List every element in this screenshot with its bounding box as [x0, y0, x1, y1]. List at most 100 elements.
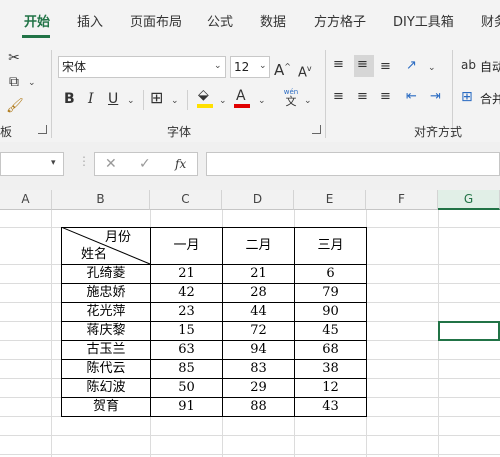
merge-center-label[interactable]: 合并 [480, 90, 500, 107]
fill-color-swatch [197, 104, 213, 108]
font-name-box[interactable]: 宋体 [58, 56, 226, 78]
copy-icon[interactable]: ⧉ [6, 74, 22, 90]
align-bottom-icon[interactable]: ≡ [380, 59, 391, 75]
font-size-value: 12 [234, 60, 250, 74]
orientation-dropdown-icon[interactable]: ⌄ [428, 63, 436, 73]
tab-fangfang[interactable]: 方方格子 [314, 11, 366, 30]
row-name: 陈幻波 [86, 380, 126, 395]
gridline [51, 210, 52, 457]
wrap-text-label[interactable]: 自动 [480, 58, 500, 75]
row-value: 94 [250, 342, 267, 357]
tab-home[interactable]: 开始 [24, 11, 50, 30]
merge-center-icon[interactable]: ⊞ [461, 89, 473, 105]
align-top-icon[interactable]: ≡ [333, 57, 344, 73]
row-value: 88 [250, 399, 267, 414]
column-header-d[interactable]: D [222, 190, 294, 210]
cancel-icon[interactable]: ✕ [105, 156, 117, 172]
row-value: 90 [322, 304, 339, 319]
underline-button[interactable]: U [108, 91, 118, 107]
font-color-dropdown-icon[interactable]: ⌄ [258, 96, 266, 106]
row-value: 68 [322, 342, 339, 357]
row-value: 29 [250, 380, 267, 395]
fill-color-icon[interactable]: ⬙ [198, 87, 209, 103]
fill-color-dropdown-icon[interactable]: ⌄ [219, 96, 227, 106]
row-name: 蒋庆黎 [86, 323, 126, 338]
row-value: 79 [322, 285, 339, 300]
copy-dropdown-icon[interactable]: ⌄ [28, 78, 36, 88]
column-header-b[interactable]: B [52, 190, 150, 210]
wrap-text-icon[interactable]: ab [461, 57, 476, 73]
align-right-icon[interactable]: ≡ [380, 89, 391, 105]
decrease-indent-icon[interactable]: ⇤ [406, 89, 417, 105]
borders-icon[interactable]: ⊞ [150, 90, 163, 106]
column-header-c[interactable]: C [150, 190, 222, 210]
row-name: 陈代云 [86, 361, 126, 376]
insert-function-icon[interactable]: fx [175, 156, 186, 172]
column-header-f[interactable]: F [366, 190, 438, 210]
format-painter-icon[interactable]: 🖌 [6, 98, 24, 114]
font-color-icon[interactable]: A [236, 88, 246, 104]
formula-input[interactable] [206, 152, 500, 176]
tab-finance[interactable]: 财务 [481, 11, 500, 30]
gridline [0, 454, 500, 455]
name-box-dropdown-icon[interactable]: ▾ [51, 158, 56, 168]
row-value: 38 [322, 361, 339, 376]
align-center-icon[interactable]: ≡ [357, 89, 368, 105]
formula-buttons: ✕ ✓ fx [94, 152, 198, 176]
phonetic-guide-icon[interactable]: wén 文 [280, 87, 302, 107]
ribbon: ✂ ⧉ ⌄ 🖌 板 宋体 ⌄ 12 ⌄ A^ Av B I U ⌄ ⊞ ⌄ ⬙ … [0, 40, 500, 143]
row-value: 85 [178, 361, 195, 376]
font-separator [143, 90, 144, 110]
row-value: 6 [326, 266, 335, 281]
header-jan: 一月 [173, 238, 200, 253]
row-name: 孔绮菱 [86, 266, 126, 281]
font-separator-2 [187, 90, 188, 110]
formula-bar-divider-icon: ⋮ [78, 154, 90, 168]
group-separator-2 [325, 50, 326, 138]
align-middle-icon[interactable]: ≡ [357, 57, 368, 73]
row-name: 花光萍 [86, 304, 126, 319]
row-value: 43 [322, 399, 339, 414]
orientation-icon[interactable]: ↗ [406, 58, 417, 74]
row-value: 15 [178, 323, 195, 338]
name-box[interactable]: ▾ [0, 152, 64, 176]
alignment-group-label: 对齐方式 [414, 125, 463, 139]
font-group-label: 字体 [167, 125, 192, 139]
bold-button[interactable]: B [64, 91, 75, 107]
cut-icon[interactable]: ✂ [6, 50, 22, 66]
row-value: 63 [178, 342, 195, 357]
font-name-dropdown-icon[interactable]: ⌄ [214, 61, 222, 71]
align-left-icon[interactable]: ≡ [333, 89, 344, 105]
enter-icon[interactable]: ✓ [139, 156, 151, 172]
row-value: 12 [322, 380, 339, 395]
row-value: 21 [250, 266, 267, 281]
italic-button[interactable]: I [88, 91, 94, 107]
tab-diy-toolbox[interactable]: DIY工具箱 [393, 11, 454, 30]
tab-insert[interactable]: 插入 [77, 11, 103, 30]
clipboard-launcher-icon[interactable] [38, 125, 47, 134]
increase-indent-icon[interactable]: ⇥ [430, 89, 441, 105]
column-header-e[interactable]: E [294, 190, 366, 210]
increase-font-size-icon[interactable]: A^ [274, 59, 291, 78]
font-launcher-icon[interactable] [312, 125, 321, 134]
column-header-g[interactable]: G [438, 190, 500, 210]
tab-page-layout[interactable]: 页面布局 [130, 11, 182, 30]
table-border [61, 416, 367, 417]
font-color-swatch [234, 104, 250, 108]
row-value: 45 [322, 323, 339, 338]
active-cell-selection[interactable] [438, 321, 500, 341]
diag-header-name: 姓名 [80, 247, 107, 262]
column-header-a[interactable]: A [0, 190, 52, 210]
group-separator [51, 50, 52, 138]
decrease-font-size-icon[interactable]: Av [298, 61, 312, 81]
underline-dropdown-icon[interactable]: ⌄ [127, 96, 135, 106]
borders-dropdown-icon[interactable]: ⌄ [171, 96, 179, 106]
font-size-dropdown-icon[interactable]: ⌄ [259, 61, 267, 71]
tab-data[interactable]: 数据 [260, 11, 286, 30]
phonetic-dropdown-icon[interactable]: ⌄ [304, 96, 312, 106]
diag-header-month: 月份 [104, 230, 131, 245]
row-name: 贺育 [92, 399, 119, 414]
tab-formulas[interactable]: 公式 [207, 11, 233, 30]
gridline [0, 435, 500, 436]
ribbon-tab-bar: 开始 插入 页面布局 公式 数据 方方格子 DIY工具箱 财务 [0, 0, 500, 40]
